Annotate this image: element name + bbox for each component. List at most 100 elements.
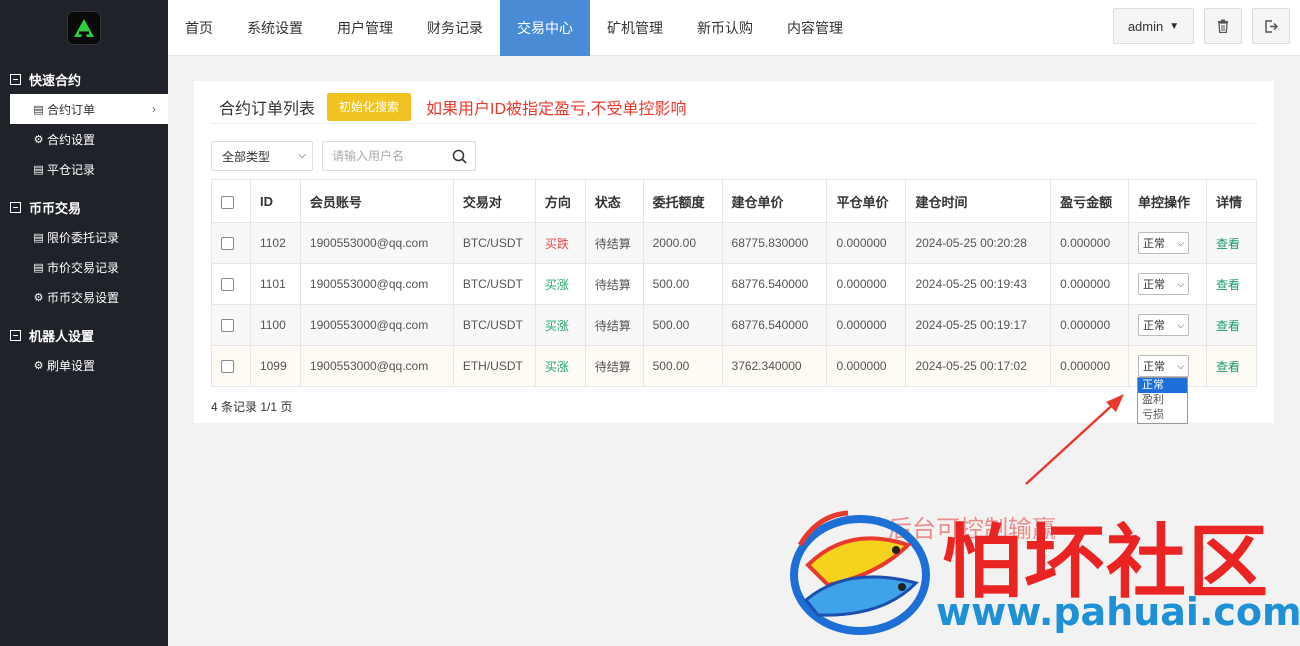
control-dropdown-list: 正常 盈利 亏损 [1137,377,1188,424]
document-icon: ▤ [33,163,44,176]
col-control: 单控操作 [1128,179,1207,223]
control-value: 正常 [1143,361,1166,373]
type-filter-value: 全部类型 [222,149,271,164]
search-input[interactable] [332,149,447,163]
logout-button[interactable] [1252,8,1290,44]
sidebar-item-limit-orders[interactable]: ▤ 限价委托记录 [0,222,168,252]
control-select[interactable]: 正常 ⌵ [1138,232,1190,254]
cell-open-price: 3762.340000 [721,345,828,387]
cell-open-time: 2024-05-25 00:17:02 [905,345,1052,387]
cell-open-time: 2024-05-25 00:19:43 [905,263,1052,305]
sidebar-item-contract-orders[interactable]: ▤ 合约订单 › [10,94,168,124]
document-icon: ▤ [33,261,44,274]
sidebar-group-coin-trading[interactable]: 币币交易 [0,192,168,222]
sidebar-group-quick-contract[interactable]: 快速合约 [0,64,168,94]
nav-home[interactable]: 首页 [168,0,230,56]
cell-control: 正常 ⌵ [1128,222,1207,264]
cell-amount: 500.00 [642,263,723,305]
cell-pnl: 0.000000 [1050,222,1130,264]
table-row: 1101 1900553000@qq.com BTC/USDT 买涨 待结算 5… [211,263,1258,305]
cell-amount: 2000.00 [642,222,723,264]
cell-status: 待结算 [584,222,644,264]
collapse-icon [10,329,21,341]
cell-pnl: 0.000000 [1050,263,1130,305]
nav-trading-center[interactable]: 交易中心 [500,0,590,56]
sidebar-group-label: 币币交易 [29,200,82,216]
select-all-checkbox[interactable] [221,195,234,209]
cell-account: 1900553000@qq.com [299,263,454,305]
sidebar-item-coin-settings[interactable]: ⚙ 币币交易设置 [0,282,168,312]
nav-content-management[interactable]: 内容管理 [770,0,860,56]
row-checkbox[interactable] [221,237,234,251]
cell-id: 1102 [249,222,301,264]
app-logo[interactable] [67,11,101,45]
control-select[interactable]: 正常 ⌵ [1138,355,1190,377]
dropdown-option-loss[interactable]: 亏损 [1138,408,1187,423]
cell-amount: 500.00 [642,304,723,346]
table-row: 1102 1900553000@qq.com BTC/USDT 买跌 待结算 2… [211,222,1258,264]
row-checkbox[interactable] [221,360,234,374]
cell-close-price: 0.000000 [826,345,907,387]
chevron-right-icon: › [152,102,156,116]
dropdown-option-normal[interactable]: 正常 [1138,378,1187,393]
table-header-row: ID 会员账号 交易对 方向 状态 委托额度 建仓单价 平仓单价 建仓时间 盈亏… [211,179,1258,223]
trash-icon [1218,19,1228,33]
nav-new-coin-subscription[interactable]: 新币认购 [680,0,770,56]
nav-miner-management[interactable]: 矿机管理 [590,0,680,56]
type-filter-select[interactable]: 全部类型 ⌵ [211,141,313,171]
view-detail-link[interactable]: 查看 [1216,278,1240,292]
cell-close-price: 0.000000 [826,263,907,305]
chevron-down-icon: ⌵ [298,150,306,161]
gear-icon: ⚙ [33,133,44,146]
view-detail-link[interactable]: 查看 [1216,360,1240,374]
sidebar-item-market-records[interactable]: ▤ 市价交易记录 [0,252,168,282]
clear-cache-button[interactable] [1204,8,1242,44]
view-detail-link[interactable]: 查看 [1216,237,1240,251]
cell-direction: 买涨 [534,263,586,305]
control-select[interactable]: 正常 ⌵ [1138,273,1190,295]
row-checkbox[interactable] [221,319,234,333]
sidebar-item-brush-settings[interactable]: ⚙ 刷单设置 [0,350,168,380]
cell-pair: BTC/USDT [452,222,536,264]
sidebar: 快速合约 ▤ 合约订单 › ⚙ 合约设置 ▤ 平仓记录 币币交易 ▤ 限价委托记录 ▤ 市价… [0,0,168,646]
nav-finance-records[interactable]: 财务记录 [410,0,500,56]
col-open-time: 建仓时间 [905,179,1052,223]
cell-detail: 查看 [1205,345,1258,387]
cell-account: 1900553000@qq.com [299,222,454,264]
col-amount: 委托额度 [642,179,723,223]
view-detail-link[interactable]: 查看 [1216,319,1240,333]
nav-system-settings[interactable]: 系统设置 [230,0,320,56]
chevron-down-icon: ⌵ [1177,361,1185,371]
chevron-down-icon: ⌵ [1177,238,1185,248]
cell-open-time: 2024-05-25 00:19:17 [905,304,1052,346]
row-checkbox[interactable] [221,278,234,292]
dropdown-option-profit[interactable]: 盈利 [1138,393,1187,408]
sidebar-group-label: 快速合约 [29,72,82,88]
control-select[interactable]: 正常 ⌵ [1138,314,1190,336]
sidebar-item-label: 币币交易设置 [47,290,120,305]
col-detail: 详情 [1205,179,1258,223]
sidebar-item-label: 刷单设置 [47,358,96,373]
sidebar-group-robot[interactable]: 机器人设置 [0,320,168,350]
admin-menu-button[interactable]: admin ▼ [1113,8,1194,44]
sidebar-item-close-records[interactable]: ▤ 平仓记录 [0,154,168,184]
row-checkbox-cell [211,304,251,346]
username-search[interactable] [322,141,476,171]
top-right-actions: admin ▼ [1113,8,1290,44]
logout-icon [1264,19,1278,33]
sidebar-item-label: 合约订单 [47,102,96,117]
gear-icon: ⚙ [33,291,44,304]
search-icon[interactable] [452,149,467,164]
cell-status: 待结算 [584,304,644,346]
nav-user-management[interactable]: 用户管理 [320,0,410,56]
cell-control: 正常 ⌵ [1128,263,1207,305]
cell-amount: 500.00 [642,345,723,387]
caret-down-icon: ▼ [1169,20,1180,32]
col-close-price: 平仓单价 [826,179,907,223]
sidebar-item-contract-settings[interactable]: ⚙ 合约设置 [0,124,168,154]
sidebar-item-label: 平仓记录 [47,162,96,177]
reset-search-button[interactable]: 初始化搜索 [327,93,412,121]
cell-open-time: 2024-05-25 00:20:28 [905,222,1052,264]
cell-direction: 买涨 [534,304,586,346]
cell-id: 1101 [249,263,301,305]
